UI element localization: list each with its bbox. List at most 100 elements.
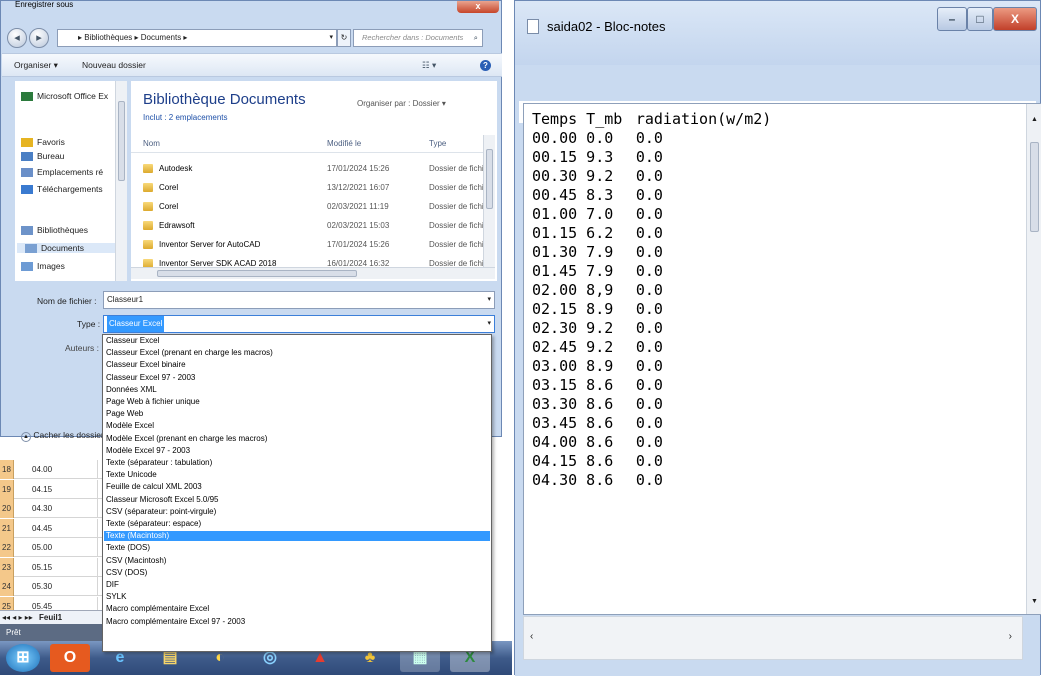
dropdown-option[interactable]: Texte (séparateur : tabulation) — [104, 458, 490, 468]
dropdown-option[interactable]: Macro complémentaire Excel — [104, 604, 490, 614]
type-select-value[interactable]: Classeur Excel — [107, 316, 165, 332]
row-number[interactable]: 19 — [0, 479, 14, 499]
dropdown-option[interactable]: Classeur Microsoft Excel 5.0/95 — [104, 495, 490, 505]
taskbar-app-icon[interactable]: O — [50, 644, 90, 672]
column-name[interactable]: Nom — [143, 135, 160, 153]
nav-item[interactable]: Bureau — [21, 151, 64, 162]
cell[interactable]: 05.30 — [18, 577, 98, 596]
dropdown-option[interactable]: Texte (DOS) — [104, 543, 490, 553]
scroll-up-icon[interactable]: ▲ — [1031, 116, 1038, 123]
chevron-down-icon[interactable]: ▾ — [487, 316, 491, 332]
dropdown-option[interactable]: CSV (séparateur: point-virgule) — [104, 507, 490, 517]
column-type[interactable]: Type — [429, 135, 446, 153]
file-name[interactable]: Autodesk — [159, 159, 329, 178]
row-number[interactable]: 18 — [0, 460, 14, 479]
column-modified[interactable]: Modifié le — [327, 135, 361, 153]
file-name[interactable]: Inventor Server for AutoCAD — [159, 235, 329, 254]
dropdown-option[interactable]: SYLK — [104, 592, 490, 602]
nav-item-label[interactable]: Emplacements ré — [37, 167, 103, 177]
list-item[interactable]: Autodesk 17/01/2024 15:26 Dossier de fic… — [131, 159, 487, 178]
sheet-tab-feuil1[interactable]: Feuil1 — [39, 613, 62, 622]
library-includes-text[interactable]: Inclut : 2 emplacements — [143, 113, 227, 122]
sheet-nav-icon[interactable]: ◂◂ ◂ ▸ ▸▸ — [2, 613, 33, 622]
nav-scrollbar[interactable] — [115, 81, 127, 281]
refresh-button[interactable]: ↻ — [337, 29, 351, 47]
file-name[interactable]: Corel — [159, 178, 329, 197]
chevron-down-icon[interactable]: ▾ — [329, 30, 333, 46]
maximize-button[interactable]: □ — [967, 7, 993, 31]
notepad-text-area[interactable]: Temps T_mb radiation(w/m2) 00.00 0.0 0.0 00.15… — [523, 103, 1041, 615]
scroll-down-icon[interactable]: ▼ — [1031, 598, 1038, 605]
breadcrumb-path[interactable]: ▸ Bibliothèques ▸ Documents ▸ — [78, 33, 187, 42]
hide-folders-label[interactable]: Cacher les dossier — [33, 430, 103, 440]
dropdown-option[interactable]: Texte Unicode — [104, 470, 490, 480]
hide-folders-button[interactable]: ▲ Cacher les dossier — [21, 430, 104, 442]
list-item[interactable]: Inventor Server for AutoCAD 17/01/2024 1… — [131, 235, 487, 254]
file-hscroll-thumb[interactable] — [157, 270, 357, 277]
nav-item-label[interactable]: Images — [37, 261, 65, 271]
back-button[interactable]: ◂ — [7, 28, 27, 48]
cell[interactable]: 04.30 — [18, 499, 98, 518]
dropdown-option[interactable]: Classeur Excel — [104, 336, 490, 346]
dropdown-option[interactable]: Classeur Excel 97 - 2003 — [104, 373, 490, 383]
row-number[interactable]: 23 — [0, 557, 14, 577]
nav-item[interactable]: Téléchargements — [21, 184, 103, 195]
notepad-hscrollbar[interactable]: ‹ › — [523, 616, 1023, 660]
dropdown-option[interactable]: Feuille de calcul XML 2003 — [104, 482, 490, 492]
close-button[interactable]: X — [993, 7, 1037, 31]
dropdown-option[interactable]: Modèle Excel — [104, 421, 490, 431]
nav-item-label[interactable]: Documents — [41, 243, 84, 253]
search-input[interactable]: Rechercher dans : Documents ⌕ — [353, 29, 483, 47]
nav-item[interactable]: Images — [21, 261, 65, 272]
dropdown-option[interactable]: Macro complémentaire Excel 97 - 2003 — [104, 617, 490, 627]
search-icon[interactable]: ⌕ — [474, 30, 478, 46]
row-number[interactable]: 20 — [0, 499, 14, 518]
type-select[interactable]: Classeur Excel ▾ — [103, 315, 495, 333]
nav-item-label[interactable]: Bibliothèques — [37, 225, 88, 235]
row-number[interactable]: 24 — [0, 577, 14, 596]
nav-item[interactable]: Bibliothèques — [21, 225, 88, 236]
file-name[interactable]: Corel — [159, 197, 329, 216]
cell[interactable]: 04.15 — [18, 479, 98, 499]
dropdown-option[interactable]: Modèle Excel 97 - 2003 — [104, 446, 490, 456]
row-number[interactable]: 22 — [0, 538, 14, 557]
dropdown-option[interactable]: Page Web — [104, 409, 490, 419]
dropdown-option[interactable]: Modèle Excel (prenant en charge les macr… — [104, 434, 490, 444]
nav-item[interactable]: Microsoft Office Ex — [21, 91, 108, 102]
dropdown-option[interactable]: Classeur Excel binaire — [104, 360, 490, 370]
dropdown-option[interactable]: Page Web à fichier unique — [104, 397, 490, 407]
notepad-content[interactable]: Temps T_mb radiation(w/m2) 00.00 0.0 0.0 00.15… — [532, 110, 780, 490]
nav-item[interactable]: Emplacements ré — [21, 167, 103, 178]
dropdown-option[interactable]: CSV (DOS) — [104, 568, 490, 578]
cell[interactable]: 04.45 — [18, 518, 98, 538]
file-scroll-thumb[interactable] — [486, 149, 493, 209]
nav-item-label[interactable]: Bureau — [37, 151, 64, 161]
notepad-vscrollbar[interactable]: ▲ ▼ — [1026, 104, 1041, 614]
organize-by-dropdown[interactable]: Organiser par : Dossier ▾ — [357, 99, 446, 108]
notepad-scroll-thumb[interactable] — [1030, 142, 1039, 232]
forward-button[interactable]: ▸ — [29, 28, 49, 48]
dropdown-option[interactable]: CSV (Macintosh) — [104, 556, 490, 566]
scroll-right-icon[interactable]: › — [1009, 631, 1012, 642]
file-list-hscrollbar[interactable] — [131, 267, 495, 279]
nav-item-label[interactable]: Favoris — [37, 137, 65, 147]
nav-item[interactable]: Documents — [17, 243, 121, 254]
nav-item-label[interactable]: Téléchargements — [37, 184, 103, 194]
library-includes-link[interactable]: Inclut : 2 emplacements — [143, 113, 227, 122]
cell[interactable]: 05.15 — [18, 557, 98, 577]
row-number[interactable]: 21 — [0, 518, 14, 538]
new-folder-button[interactable]: Nouveau dossier — [82, 54, 146, 76]
cell[interactable]: 04.00 — [18, 460, 98, 479]
file-name[interactable]: Edrawsoft — [159, 216, 329, 235]
chevron-up-icon[interactable]: ▲ — [21, 432, 31, 442]
filename-value[interactable]: Classeur1 — [107, 295, 143, 304]
cell[interactable]: 05.00 — [18, 538, 98, 557]
organize-button[interactable]: Organiser ▾ — [14, 54, 58, 76]
dropdown-option[interactable]: Classeur Excel (prenant en charge les ma… — [104, 348, 490, 358]
dropdown-option[interactable]: DIF — [104, 580, 490, 590]
scroll-left-icon[interactable]: ‹ — [530, 631, 533, 642]
dropdown-option[interactable]: Données XML — [104, 385, 490, 395]
list-item[interactable]: Corel 13/12/2021 16:07 Dossier de fichie… — [131, 178, 487, 197]
list-item[interactable]: Edrawsoft 02/03/2021 15:03 Dossier de fi… — [131, 216, 487, 235]
chevron-down-icon[interactable]: ▾ — [487, 292, 491, 308]
